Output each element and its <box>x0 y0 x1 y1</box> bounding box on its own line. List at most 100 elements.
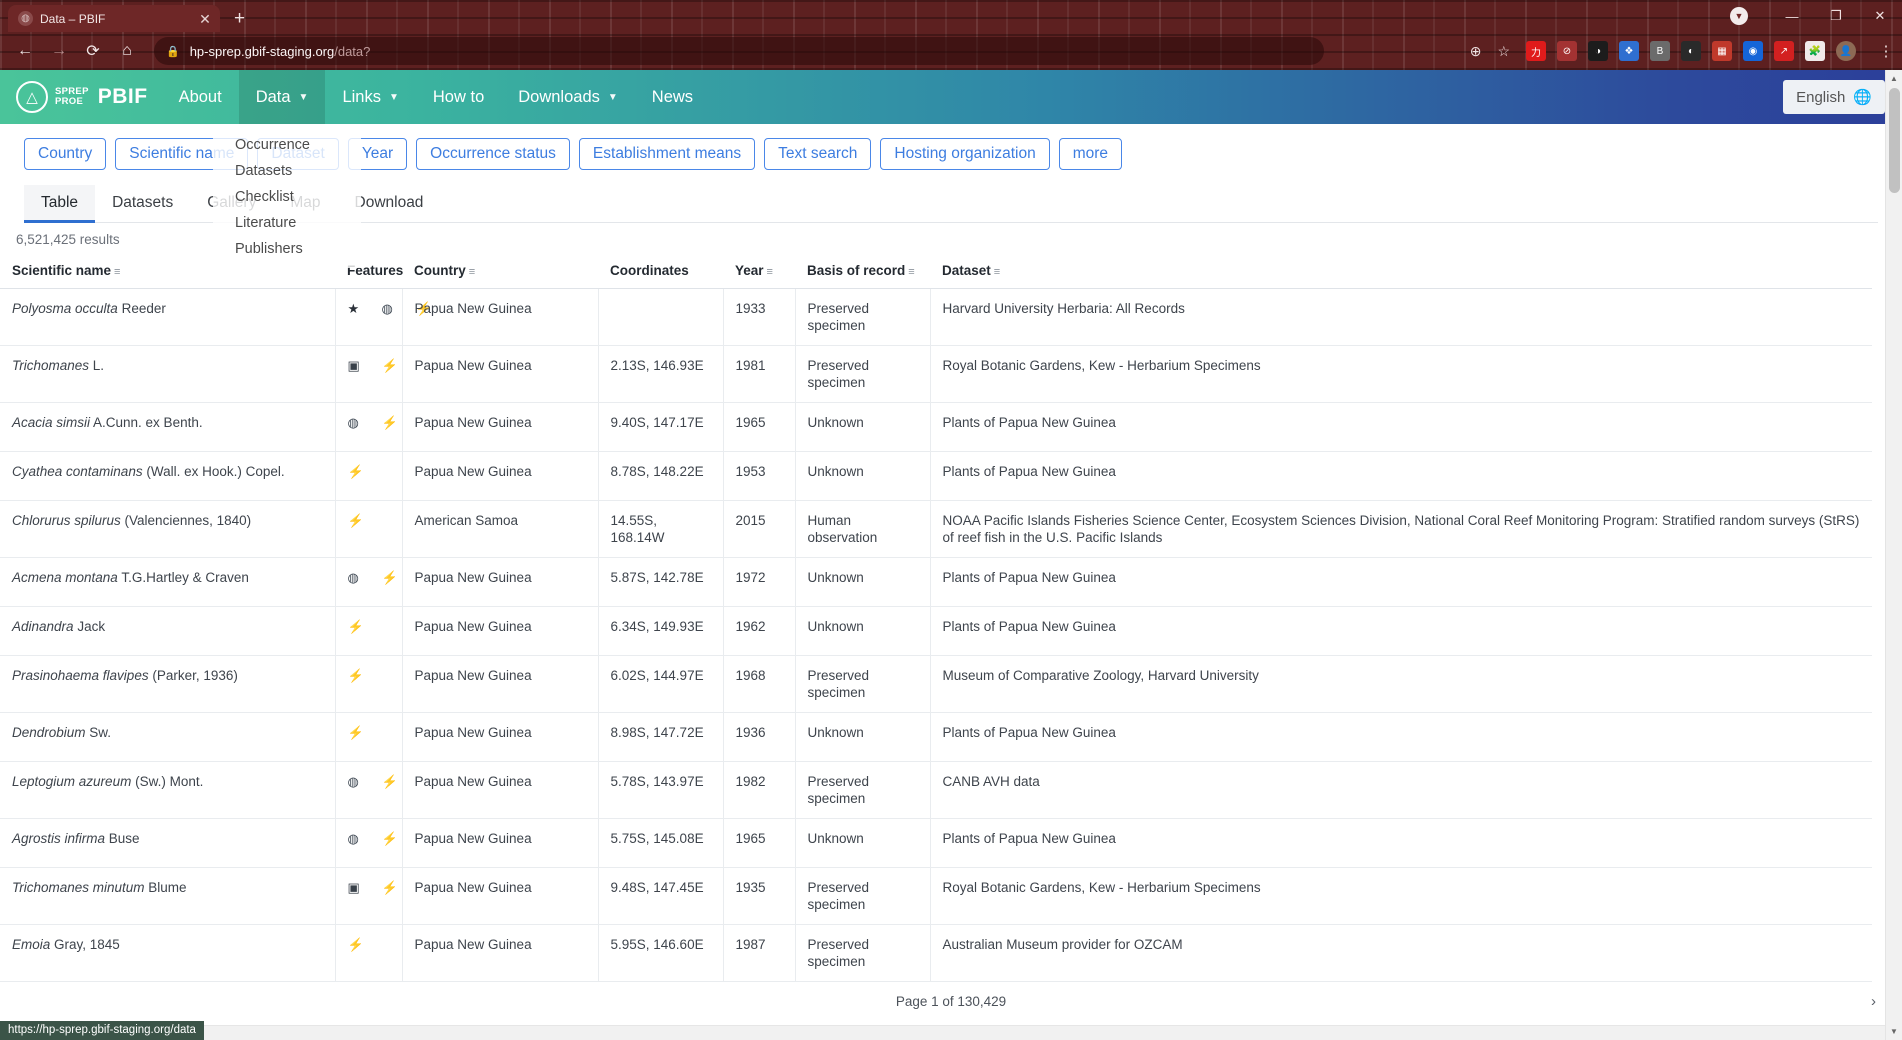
cell-scientific-name[interactable]: Cyathea contaminans (Wall. ex Hook.) Cop… <box>0 451 336 501</box>
pagination-next-icon[interactable]: › <box>1871 993 1876 1010</box>
nav-item-how-to[interactable]: How to <box>416 70 501 124</box>
address-bar[interactable]: 🔒 hp-sprep.gbif-staging.org/data? <box>154 37 1324 65</box>
cell-coordinates: 14.55S, 168.14W <box>598 500 724 558</box>
occurrence-table: Scientific name ≡ Features Country ≡ Coordina… <box>0 253 1872 982</box>
filter-chip-establishment-means[interactable]: Establishment means <box>578 138 756 170</box>
extension-arrow-red-icon[interactable]: ↗ <box>1774 41 1794 61</box>
species-name-italic: Cyathea contaminans <box>12 464 143 479</box>
extension-red-circle-icon[interactable]: 力 <box>1526 41 1546 61</box>
cell-scientific-name[interactable]: Chlorurus spilurus (Valenciennes, 1840) <box>0 500 336 558</box>
dropdown-item-literature[interactable]: Literature <box>213 210 361 236</box>
view-tab-datasets[interactable]: Datasets <box>95 185 190 223</box>
column-header-country[interactable]: Country ≡ <box>402 253 598 289</box>
nav-item-downloads[interactable]: Downloads ▼ <box>501 70 635 124</box>
extension-blue-ring-icon[interactable]: ◉ <box>1743 41 1763 61</box>
cell-basis-of-record: Human observation <box>795 500 931 558</box>
view-tab-table[interactable]: Table <box>24 185 96 223</box>
cell-scientific-name[interactable]: Trichomanes minutum Blume <box>0 867 336 925</box>
nav-item-data[interactable]: Data ▼ <box>238 70 326 124</box>
horizontal-scrollbar[interactable] <box>0 1025 1885 1040</box>
extension-bitwarden-icon[interactable]: B <box>1650 41 1670 61</box>
filter-chip-country[interactable]: Country <box>24 138 107 170</box>
minimize-button[interactable]: — <box>1770 0 1814 32</box>
extension-puzzle-icon[interactable]: 🧩 <box>1805 41 1825 61</box>
column-filter-icon[interactable]: ≡ <box>908 266 914 278</box>
scroll-down-arrow-icon[interactable]: ▼ <box>1886 1023 1902 1040</box>
table-row[interactable]: Dendrobium Sw. ⚡ Papua New Guinea 8.98S, 14… <box>0 712 1872 762</box>
extension-moon-icon[interactable]: ◐ <box>1681 41 1701 61</box>
extension-colorpicker-icon[interactable]: ▦ <box>1712 41 1732 61</box>
browser-menu-icon[interactable]: ⋮ <box>1878 44 1894 59</box>
close-window-button[interactable]: ✕ <box>1858 0 1902 32</box>
column-header-coordinates[interactable]: Coordinates <box>598 253 723 289</box>
table-row[interactable]: Agrostis infirma Buse ◍ ⚡ Papua New Guinea 5… <box>0 818 1872 868</box>
maximize-button[interactable]: ❐ <box>1814 0 1858 32</box>
filter-chip-hosting-organization[interactable]: Hosting organization <box>880 138 1050 170</box>
column-header-dataset[interactable]: Dataset ≡ <box>930 253 1872 289</box>
cell-scientific-name[interactable]: Polyosma occulta Reeder <box>0 288 336 346</box>
site-logo[interactable]: △ SPREP PROE PBIF <box>0 81 162 113</box>
species-name-authority: Reeder <box>117 301 166 316</box>
tab-close-icon[interactable]: ✕ <box>196 12 214 26</box>
column-header-year[interactable]: Year ≡ <box>723 253 795 289</box>
profile-avatar-icon[interactable]: 👤 <box>1836 41 1856 61</box>
cell-scientific-name[interactable]: Dendrobium Sw. <box>0 712 336 762</box>
table-row[interactable]: Leptogium azureum (Sw.) Mont. ◍ ⚡ Papua New… <box>0 761 1872 819</box>
new-tab-button[interactable]: + <box>234 9 245 32</box>
table-row[interactable]: Acacia simsii A.Cunn. ex Benth. ◍ ⚡ Papua N… <box>0 402 1872 452</box>
vertical-scrollbar[interactable]: ▲ ▼ <box>1885 70 1902 1040</box>
scroll-up-arrow-icon[interactable]: ▲ <box>1886 70 1902 87</box>
cell-scientific-name[interactable]: Emoia Gray, 1845 <box>0 924 336 982</box>
status-bar-url: https://hp-sprep.gbif-staging.org/data <box>0 1021 204 1040</box>
species-name-authority: A.Cunn. ex Benth. <box>90 415 203 430</box>
cell-scientific-name[interactable]: Acmena montana T.G.Hartley & Craven <box>0 557 336 607</box>
cell-scientific-name[interactable]: Agrostis infirma Buse <box>0 818 336 868</box>
zoom-icon[interactable]: ⊕ <box>1470 43 1482 60</box>
cell-features: ★ ◍ ⚡ <box>335 288 432 346</box>
table-row[interactable]: Trichomanes L. ▣ ⚡ Papua New Guinea 2.13S, 1… <box>0 345 1872 403</box>
bookmark-star-icon[interactable]: ☆ <box>1497 43 1510 60</box>
cell-scientific-name[interactable]: Adinandra Jack <box>0 606 336 656</box>
back-button[interactable]: ← <box>8 36 42 66</box>
filter-chip-text-search[interactable]: Text search <box>764 138 872 170</box>
cell-scientific-name[interactable]: Trichomanes L. <box>0 345 336 403</box>
table-row[interactable]: Acmena montana T.G.Hartley & Craven ◍ ⚡ Pap… <box>0 557 1872 607</box>
filter-chip-more[interactable]: more <box>1058 138 1123 170</box>
table-row[interactable]: Emoia Gray, 1845 ⚡ Papua New Guinea 5.95S, … <box>0 924 1872 982</box>
scrollbar-thumb[interactable] <box>1889 88 1900 193</box>
nav-item-about[interactable]: About <box>162 70 239 124</box>
nav-item-news[interactable]: News <box>635 70 710 124</box>
table-row[interactable]: Chlorurus spilurus (Valenciennes, 1840) ⚡… <box>0 500 1872 558</box>
filter-chip-occurrence-status[interactable]: Occurrence status <box>416 138 570 170</box>
cell-country: Papua New Guinea <box>402 606 599 656</box>
extension-dropbox-icon[interactable]: ❖ <box>1619 41 1639 61</box>
cell-scientific-name[interactable]: Leptogium azureum (Sw.) Mont. <box>0 761 336 819</box>
dropdown-item-checklist[interactable]: Checklist <box>213 184 361 210</box>
extension-dark-reader-icon[interactable]: ◑ <box>1588 41 1608 61</box>
cell-country: Papua New Guinea <box>402 288 599 346</box>
cell-scientific-name[interactable]: Acacia simsii A.Cunn. ex Benth. <box>0 402 336 452</box>
column-filter-icon[interactable]: ≡ <box>469 266 475 278</box>
column-filter-icon[interactable]: ≡ <box>114 266 120 278</box>
cell-scientific-name[interactable]: Prasinohaema flavipes (Parker, 1936) <box>0 655 336 713</box>
dropdown-item-datasets[interactable]: Datasets <box>213 158 361 184</box>
table-row[interactable]: Prasinohaema flavipes (Parker, 1936) ⚡ Pap… <box>0 655 1872 713</box>
bolt-icon: ⚡ <box>381 415 398 430</box>
download-indicator-icon[interactable]: ▼ <box>1730 7 1748 25</box>
table-row[interactable]: Polyosma occulta Reeder ★ ◍ ⚡ Papua New Guin… <box>0 288 1872 346</box>
dropdown-item-occurrence[interactable]: Occurrence <box>213 132 361 158</box>
language-selector[interactable]: English 🌐 <box>1783 80 1885 114</box>
extension-adblock-icon[interactable]: ⊘ <box>1557 41 1577 61</box>
dropdown-item-publishers[interactable]: Publishers <box>213 236 361 262</box>
column-filter-icon[interactable]: ≡ <box>994 266 1000 278</box>
column-header-basis-of-record[interactable]: Basis of record ≡ <box>795 253 930 289</box>
browser-tab[interactable]: ◍ Data – PBIF ✕ <box>8 5 220 32</box>
reload-button[interactable]: ⟳ <box>76 36 110 66</box>
nav-item-links[interactable]: Links ▼ <box>325 70 415 124</box>
table-row[interactable]: Trichomanes minutum Blume ▣ ⚡ Papua New Gui… <box>0 867 1872 925</box>
table-row[interactable]: Adinandra Jack ⚡ Papua New Guinea 6.34S, 14… <box>0 606 1872 656</box>
column-filter-icon[interactable]: ≡ <box>767 266 773 278</box>
forward-button[interactable]: → <box>42 36 76 66</box>
table-row[interactable]: Cyathea contaminans (Wall. ex Hook.) Cop… <box>0 451 1872 501</box>
home-button[interactable]: ⌂ <box>110 36 144 66</box>
